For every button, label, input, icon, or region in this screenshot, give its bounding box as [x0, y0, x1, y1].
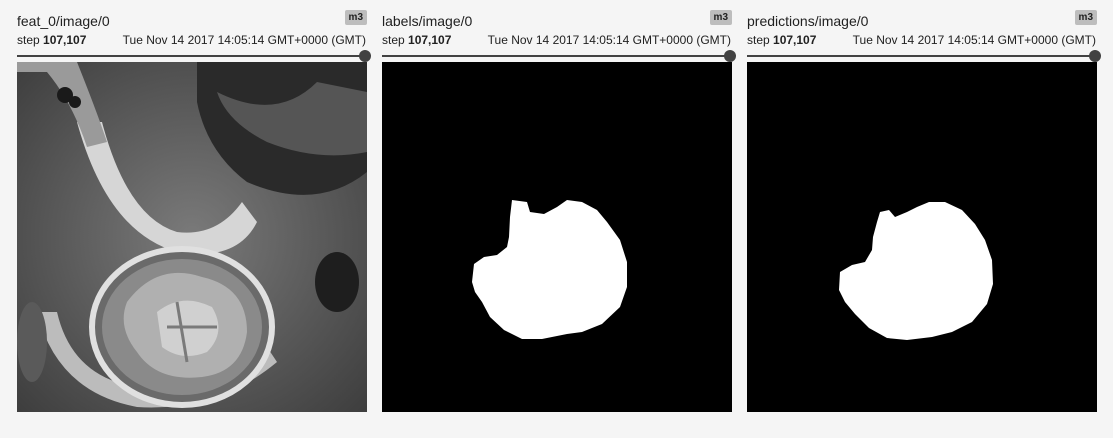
- timestamp: Tue Nov 14 2017 14:05:14 GMT+0000 (GMT): [852, 33, 1096, 47]
- slider-track[interactable]: [747, 55, 1095, 57]
- step-label: step: [747, 33, 770, 47]
- card-header: feat_0/image/0 m3 step 107,107 Tue Nov 1…: [17, 0, 371, 62]
- image-card-feat: feat_0/image/0 m3 step 107,107 Tue Nov 1…: [17, 0, 371, 438]
- step-value: 107,107: [43, 33, 87, 47]
- timestamp: Tue Nov 14 2017 14:05:14 GMT+0000 (GMT): [487, 33, 731, 47]
- label-mask-image: [382, 62, 732, 412]
- image-card-labels: labels/image/0 m3 step 107,107 Tue Nov 1…: [382, 0, 736, 438]
- slider-track[interactable]: [382, 55, 730, 57]
- timestamp: Tue Nov 14 2017 14:05:14 GMT+0000 (GMT): [122, 33, 366, 47]
- step-value: 107,107: [773, 33, 817, 47]
- slider-knob[interactable]: [359, 50, 371, 62]
- step-info: step 107,107: [382, 33, 451, 47]
- run-badge: m3: [709, 10, 732, 25]
- run-badge: m3: [344, 10, 367, 25]
- step-slider[interactable]: [747, 50, 1101, 62]
- card-title: predictions/image/0: [747, 13, 869, 29]
- prediction-mask-image: [747, 62, 1097, 412]
- step-label: step: [382, 33, 405, 47]
- slider-track[interactable]: [17, 55, 365, 57]
- step-value: 107,107: [408, 33, 452, 47]
- image-display: [382, 62, 732, 412]
- slider-knob[interactable]: [1089, 50, 1101, 62]
- step-slider[interactable]: [17, 50, 371, 62]
- image-display: [17, 62, 367, 412]
- card-title: labels/image/0: [382, 13, 473, 29]
- step-slider[interactable]: [382, 50, 736, 62]
- run-badge: m3: [1074, 10, 1097, 25]
- image-display: [747, 62, 1097, 412]
- card-header: predictions/image/0 m3 step 107,107 Tue …: [747, 0, 1101, 62]
- card-header: labels/image/0 m3 step 107,107 Tue Nov 1…: [382, 0, 736, 62]
- slider-knob[interactable]: [724, 50, 736, 62]
- mri-image: [17, 62, 367, 412]
- step-info: step 107,107: [747, 33, 816, 47]
- step-label: step: [17, 33, 40, 47]
- image-card-predictions: predictions/image/0 m3 step 107,107 Tue …: [747, 0, 1101, 438]
- step-info: step 107,107: [17, 33, 86, 47]
- card-title: feat_0/image/0: [17, 13, 110, 29]
